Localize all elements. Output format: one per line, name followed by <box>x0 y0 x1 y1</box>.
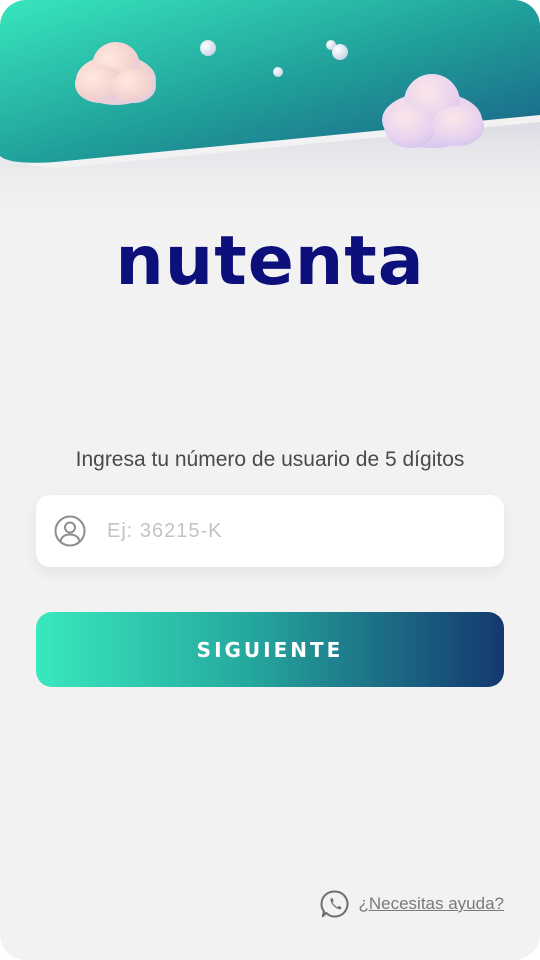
help-link-group[interactable]: ¿Necesitas ayuda? <box>320 889 504 919</box>
user-number-field[interactable] <box>36 495 504 567</box>
help-link[interactable]: ¿Necesitas ayuda? <box>358 894 504 914</box>
whatsapp-icon[interactable] <box>320 889 350 919</box>
app-logo: nutenta <box>115 222 425 301</box>
next-button[interactable]: SIGUIENTE <box>36 612 504 687</box>
user-number-input[interactable] <box>105 518 489 544</box>
user-number-prompt: Ingresa tu número de usuario de 5 dígito… <box>75 448 465 471</box>
user-icon <box>53 514 87 548</box>
login-screen: nutenta Ingresa tu número de usuario de … <box>0 0 540 960</box>
header-illustration <box>0 0 540 230</box>
